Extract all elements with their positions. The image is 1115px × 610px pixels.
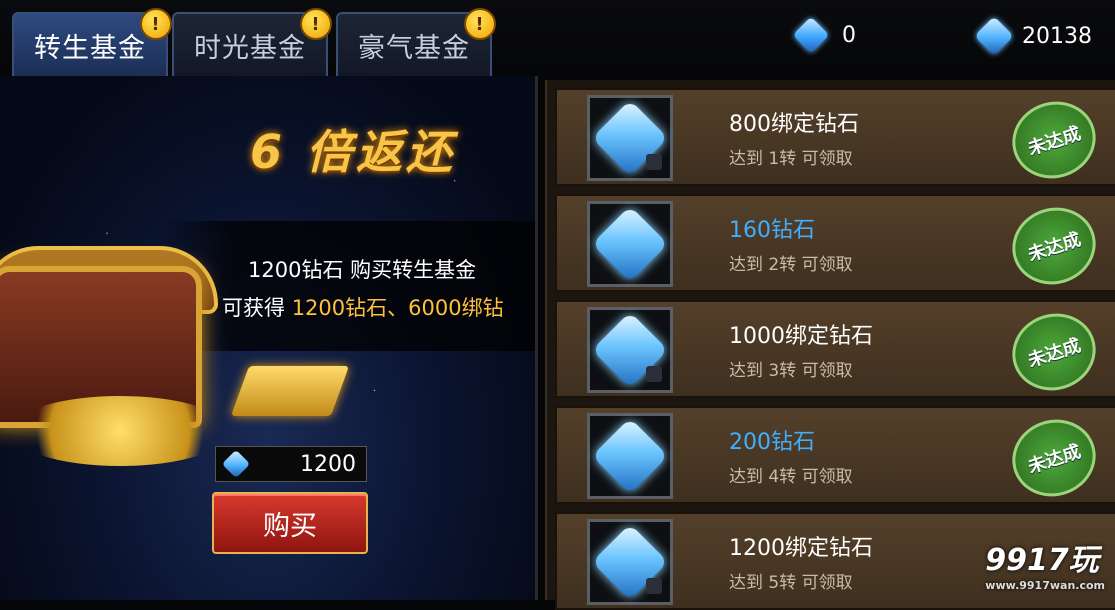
top-bar: 转生基金 ! 时光基金 ! 豪气基金 ! 0 20138: [0, 0, 1115, 76]
diamond-amount: 0: [842, 22, 856, 48]
reward-title: 800绑定钻石: [729, 112, 859, 137]
promo-line-2: 可获得 1200钻石、6000绑钻: [222, 292, 504, 322]
watermark-url: www.9917wan.com: [985, 579, 1105, 592]
reward-condition: 达到 3转 可领取: [729, 361, 853, 381]
diamond-balance: 0: [792, 16, 856, 54]
tab-rebirth-fund[interactable]: 转生基金 !: [12, 8, 172, 76]
price-display: 1200: [215, 446, 367, 482]
reward-row: 1000绑定钻石 达到 3转 可领取 未达成: [555, 300, 1115, 402]
info-band: [160, 221, 535, 351]
reward-icon-frame: [587, 307, 673, 393]
promo-line-2-prefix: 可获得: [222, 296, 292, 320]
reward-condition: 达到 5转 可领取: [729, 573, 853, 593]
not-achieved-stamp: 未达成: [1002, 302, 1106, 402]
alert-icon: !: [300, 8, 332, 40]
site-watermark: 9917玩 www.9917wan.com: [985, 535, 1105, 592]
fund-promo-panel: 6 倍返还 1200钻石 购买转生基金 可获得 1200钻石、6000绑钻 12…: [0, 76, 538, 600]
promo-line-1: 1200钻石 购买转生基金: [248, 258, 477, 282]
alert-icon: !: [464, 8, 496, 40]
reward-condition: 达到 4转 可领取: [729, 467, 853, 487]
bound-diamond-balance: 20138: [974, 16, 1092, 56]
tab-label: 豪气基金: [358, 32, 470, 64]
diamond-icon: [591, 205, 669, 283]
diamond-icon: [591, 417, 669, 495]
buy-button[interactable]: 购买: [212, 492, 368, 554]
price-value: 1200: [300, 451, 356, 477]
reward-icon-frame: [587, 95, 673, 181]
alert-icon: !: [140, 8, 172, 40]
reward-list[interactable]: 800绑定钻石 达到 1转 可领取 未达成 160钻石 达到 2转 可领取 未达…: [545, 80, 1115, 610]
reward-title: 1200绑定钻石: [729, 536, 873, 561]
reward-condition: 达到 2转 可领取: [729, 255, 853, 275]
not-achieved-stamp: 未达成: [1002, 90, 1106, 190]
reward-title: 1000绑定钻石: [729, 324, 873, 349]
gold-bars-image: [230, 366, 350, 416]
reward-icon-frame: [587, 413, 673, 499]
tab-label: 时光基金: [194, 32, 306, 64]
diamond-icon: [221, 449, 251, 479]
promo-headline: 6 倍返还: [250, 125, 457, 179]
tab-time-fund[interactable]: 时光基金 !: [172, 8, 332, 76]
gold-coins-image: [10, 396, 230, 466]
reward-row: 160钻石 达到 2转 可领取 未达成: [555, 194, 1115, 296]
watermark-brand: 9917玩: [985, 543, 1099, 578]
reward-title: 160钻石: [729, 218, 815, 243]
reward-icon-frame: [587, 201, 673, 287]
lock-icon: [646, 578, 662, 594]
reward-condition: 达到 1转 可领取: [729, 149, 853, 169]
not-achieved-stamp: 未达成: [1002, 408, 1106, 508]
reward-icon-frame: [587, 519, 673, 605]
diamond-icon: [792, 16, 830, 54]
bound-diamond-amount: 20138: [1022, 23, 1092, 49]
lock-icon: [646, 154, 662, 170]
not-achieved-stamp: 未达成: [1002, 196, 1106, 296]
reward-row: 800绑定钻石 达到 1转 可领取 未达成: [555, 88, 1115, 190]
reward-row: 200钻石 达到 4转 可领取 未达成: [555, 406, 1115, 508]
lock-icon: [646, 366, 662, 382]
tab-generous-fund[interactable]: 豪气基金 !: [336, 8, 496, 76]
bound-diamond-icon: [974, 16, 1014, 56]
reward-title: 200钻石: [729, 430, 815, 455]
tab-label: 转生基金: [34, 32, 146, 64]
promo-line-2-highlight: 1200钻石、6000绑钻: [291, 296, 504, 320]
